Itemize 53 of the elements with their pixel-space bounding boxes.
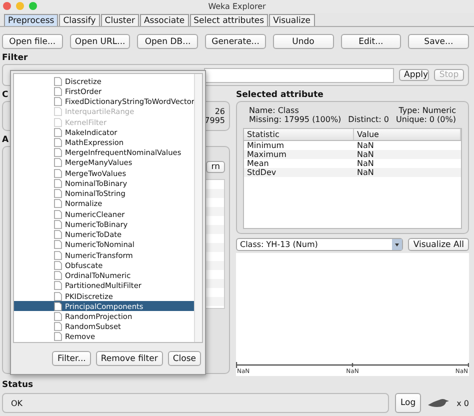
class-dropdown[interactable]: Class: YH-13 (Num)	[236, 238, 404, 251]
section-label: A	[2, 135, 9, 146]
count-text: x 0	[456, 398, 469, 408]
bird-icon	[426, 397, 451, 409]
table-cell-text: NaN	[356, 141, 375, 150]
toolbar-button[interactable]: Open URL...	[70, 34, 130, 49]
popup-button[interactable]: Close	[168, 351, 201, 366]
attribute-button[interactable]: rn	[206, 161, 225, 173]
section-label: C	[2, 90, 8, 101]
zoom-icon[interactable]	[29, 2, 37, 10]
close-icon[interactable]	[3, 2, 11, 10]
section-label: Status	[2, 380, 34, 391]
tab[interactable]: Preprocess	[4, 14, 58, 26]
table-cell-text: NaN	[356, 168, 375, 177]
tab[interactable]: Associate	[140, 14, 189, 26]
apply-button[interactable]: Apply	[399, 69, 429, 81]
toolbar-button[interactable]: Open DB...	[137, 34, 198, 49]
table-cell-text: Mean	[246, 159, 270, 168]
caret-icon	[392, 239, 402, 250]
section-label: Filter	[2, 53, 28, 64]
table-cell-text: NaN	[356, 159, 375, 168]
toolbar-button[interactable]: Generate...	[205, 34, 266, 49]
table-cell-text: Minimum	[246, 141, 286, 150]
status-text: OK	[11, 398, 23, 408]
toolbar-button[interactable]: Undo	[272, 34, 334, 49]
table-cell-text: NaN	[356, 150, 375, 159]
info-text: Type: Numeric	[398, 106, 456, 115]
section-label: Selected attribute	[236, 90, 324, 101]
log-button[interactable]: Log	[395, 393, 421, 413]
info-text: Distinct: 0	[348, 115, 389, 124]
tab[interactable]: Classify	[59, 14, 100, 26]
minimize-icon[interactable]	[16, 2, 24, 10]
tab[interactable]: Select attributes	[190, 14, 268, 26]
scrollbar[interactable]	[194, 74, 202, 342]
toolbar-button[interactable]: Edit...	[340, 34, 402, 49]
visualize-all-button[interactable]: Visualize All	[408, 238, 469, 251]
table-cell-text: StdDev	[246, 168, 278, 177]
table-cell-text: Maximum	[246, 150, 288, 159]
relation-value: 26	[214, 107, 225, 116]
filter-field[interactable]	[204, 68, 394, 82]
column-header: Statistic	[244, 129, 354, 140]
info-text: Unique: 0 (0%)	[396, 115, 456, 124]
toolbar-button[interactable]: Save...	[408, 34, 470, 49]
window-title: Weka Explorer	[208, 2, 266, 11]
popup-button[interactable]: Remove filter	[96, 351, 163, 366]
toolbar-button[interactable]: Open file...	[2, 34, 63, 49]
info-text: Missing: 17995 (100%)	[249, 115, 342, 124]
tab[interactable]: Visualize	[269, 14, 315, 26]
relation-value: 7995	[204, 116, 225, 125]
tab[interactable]: Cluster	[100, 14, 139, 26]
info-text: Name: Class	[249, 106, 300, 115]
column-header: Value	[354, 129, 461, 140]
popup-button[interactable]: Filter...	[52, 351, 91, 366]
